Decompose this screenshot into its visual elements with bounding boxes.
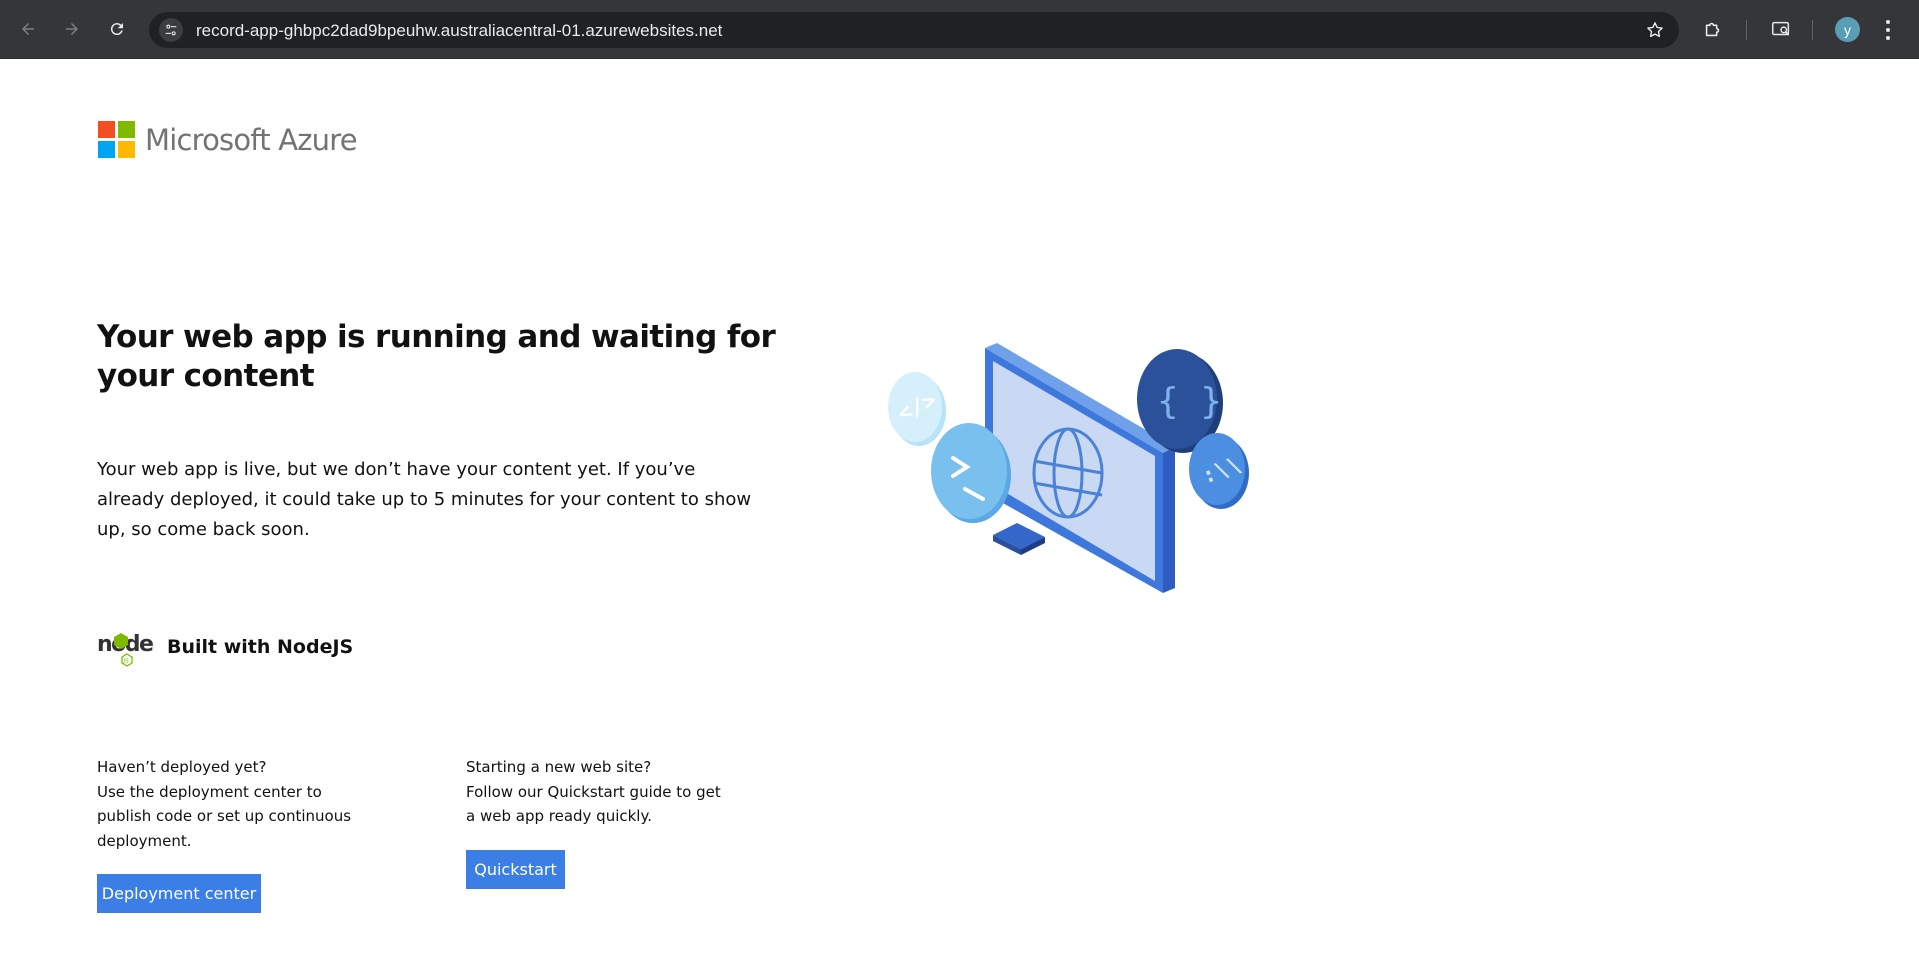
site-info-button[interactable] [159,18,183,42]
built-with-label: Built with NodeJS [167,636,354,658]
lead-text: Your web app is live, but we don’t have … [97,459,752,540]
microsoft-logo-icon [98,121,135,158]
svg-text:{ }: { } [1157,381,1222,422]
tune-icon [165,24,177,36]
kebab-menu-icon[interactable] [1884,18,1892,42]
page-title: Your web app is running and waiting for … [97,319,776,394]
microsoft-azure-logo: Microsoft Azure [98,121,358,158]
deployment-center-button[interactable]: Deployment center [97,874,261,913]
address-bar[interactable]: record-app-ghbpc2dad9bpeuhw.australiacen… [149,12,1679,48]
arrow-right-icon [66,23,78,35]
url-text[interactable]: record-app-ghbpc2dad9bpeuhw.australiacen… [196,21,722,41]
puzzle-icon [1705,22,1720,37]
back-button[interactable] [12,13,44,45]
slash-bubble-icon: :\\ [1189,433,1249,509]
svg-text:JS: JS [123,659,130,665]
web-app-illustration: </> { } :\\ [888,343,1249,593]
browser-toolbar: record-app-ghbpc2dad9bpeuhw.australiacen… [0,0,1919,59]
toolbar-divider [1746,20,1747,40]
built-with-badge: node JS Built with NodeJS [97,627,353,667]
toolbar-divider [1812,20,1813,40]
quickstart-info: Starting a new web site? Follow our Quic… [466,758,721,825]
reload-button[interactable] [101,13,133,45]
cast-search-icon [1772,21,1790,36]
deploy-info: Haven’t deployed yet? Use the deployment… [97,758,352,850]
nodejs-logo-icon: node JS [97,632,155,667]
forward-button[interactable] [56,13,88,45]
reload-icon [110,23,123,36]
star-icon[interactable] [1645,20,1665,40]
code-tag-bubble-icon: </> [888,372,946,446]
arrow-left-icon [22,23,34,35]
cast-search-button[interactable] [1768,16,1794,42]
profile-avatar[interactable]: y [1835,17,1860,42]
quickstart-button[interactable]: Quickstart [466,850,565,889]
extensions-button[interactable] [1700,16,1726,42]
brand-name: Microsoft Azure [145,122,358,157]
